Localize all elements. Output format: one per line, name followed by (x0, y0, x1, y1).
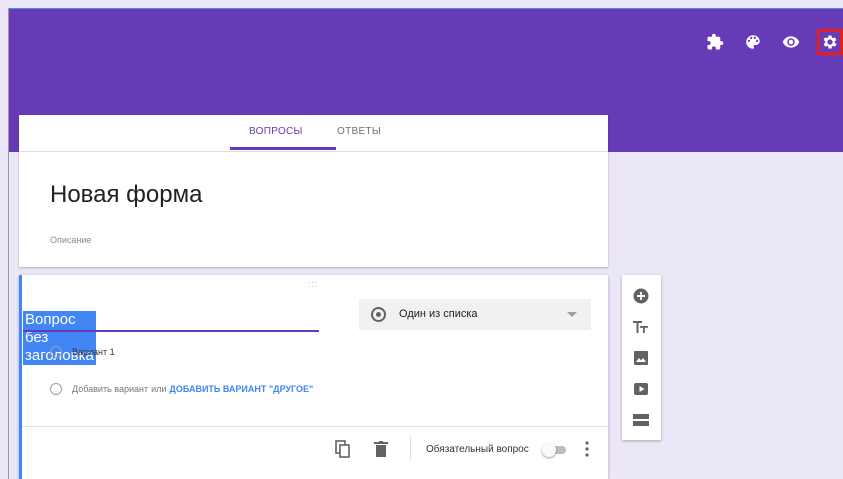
radio-type-icon (371, 307, 386, 322)
question-title-underline (23, 330, 319, 332)
question-type-dropdown[interactable]: Один из списка (359, 299, 591, 330)
gear-icon[interactable] (817, 29, 843, 55)
footer-separator (410, 435, 411, 461)
form-description-field[interactable]: Описание (50, 235, 91, 245)
tabs: ВОПРОСЫ ОТВЕТЫ (19, 115, 608, 152)
add-question-icon[interactable] (633, 288, 649, 304)
more-vert-icon[interactable] (585, 441, 589, 457)
required-label: Обязательный вопрос (426, 444, 529, 455)
toggle-knob (542, 443, 556, 457)
add-option-button[interactable]: Добавить вариант (72, 384, 148, 394)
eye-icon[interactable] (779, 30, 803, 54)
palette-icon[interactable] (741, 30, 765, 54)
question-card[interactable]: ::: Вопрос без заголовка Один из списка … (19, 275, 608, 479)
text-title-icon[interactable] (633, 319, 649, 335)
form-title[interactable]: Новая форма (50, 181, 202, 209)
window-edge (8, 8, 9, 479)
tab-questions[interactable]: ВОПРОСЫ (249, 126, 303, 137)
or-text: или (151, 384, 167, 394)
video-icon[interactable] (633, 381, 649, 397)
tab-responses[interactable]: ОТВЕТЫ (337, 126, 381, 137)
radio-option-icon (50, 383, 62, 395)
form-header-card: ВОПРОСЫ ОТВЕТЫ Новая форма Описание (19, 115, 608, 267)
side-toolbar (622, 275, 661, 440)
add-other-button[interactable]: ДОБАВИТЬ ВАРИАНТ "ДРУГОЕ" (169, 384, 313, 394)
drag-handle-icon[interactable]: ::: (308, 279, 319, 289)
footer-divider (22, 426, 608, 427)
add-option-row: Добавить вариант или ДОБАВИТЬ ВАРИАНТ "Д… (50, 383, 313, 395)
option-item[interactable]: Вариант 1 (50, 346, 115, 358)
question-type-label: Один из списка (399, 308, 478, 320)
trash-icon[interactable] (374, 441, 388, 457)
duplicate-icon[interactable] (335, 440, 351, 458)
required-toggle[interactable] (542, 443, 566, 457)
addon-icon[interactable] (703, 30, 727, 54)
image-icon[interactable] (633, 350, 649, 366)
active-tab-indicator (230, 147, 336, 150)
option-label[interactable]: Вариант 1 (72, 347, 115, 357)
header-tools (703, 29, 843, 55)
section-icon[interactable] (633, 412, 649, 428)
chevron-down-icon (567, 312, 577, 317)
radio-option-icon (50, 346, 62, 358)
